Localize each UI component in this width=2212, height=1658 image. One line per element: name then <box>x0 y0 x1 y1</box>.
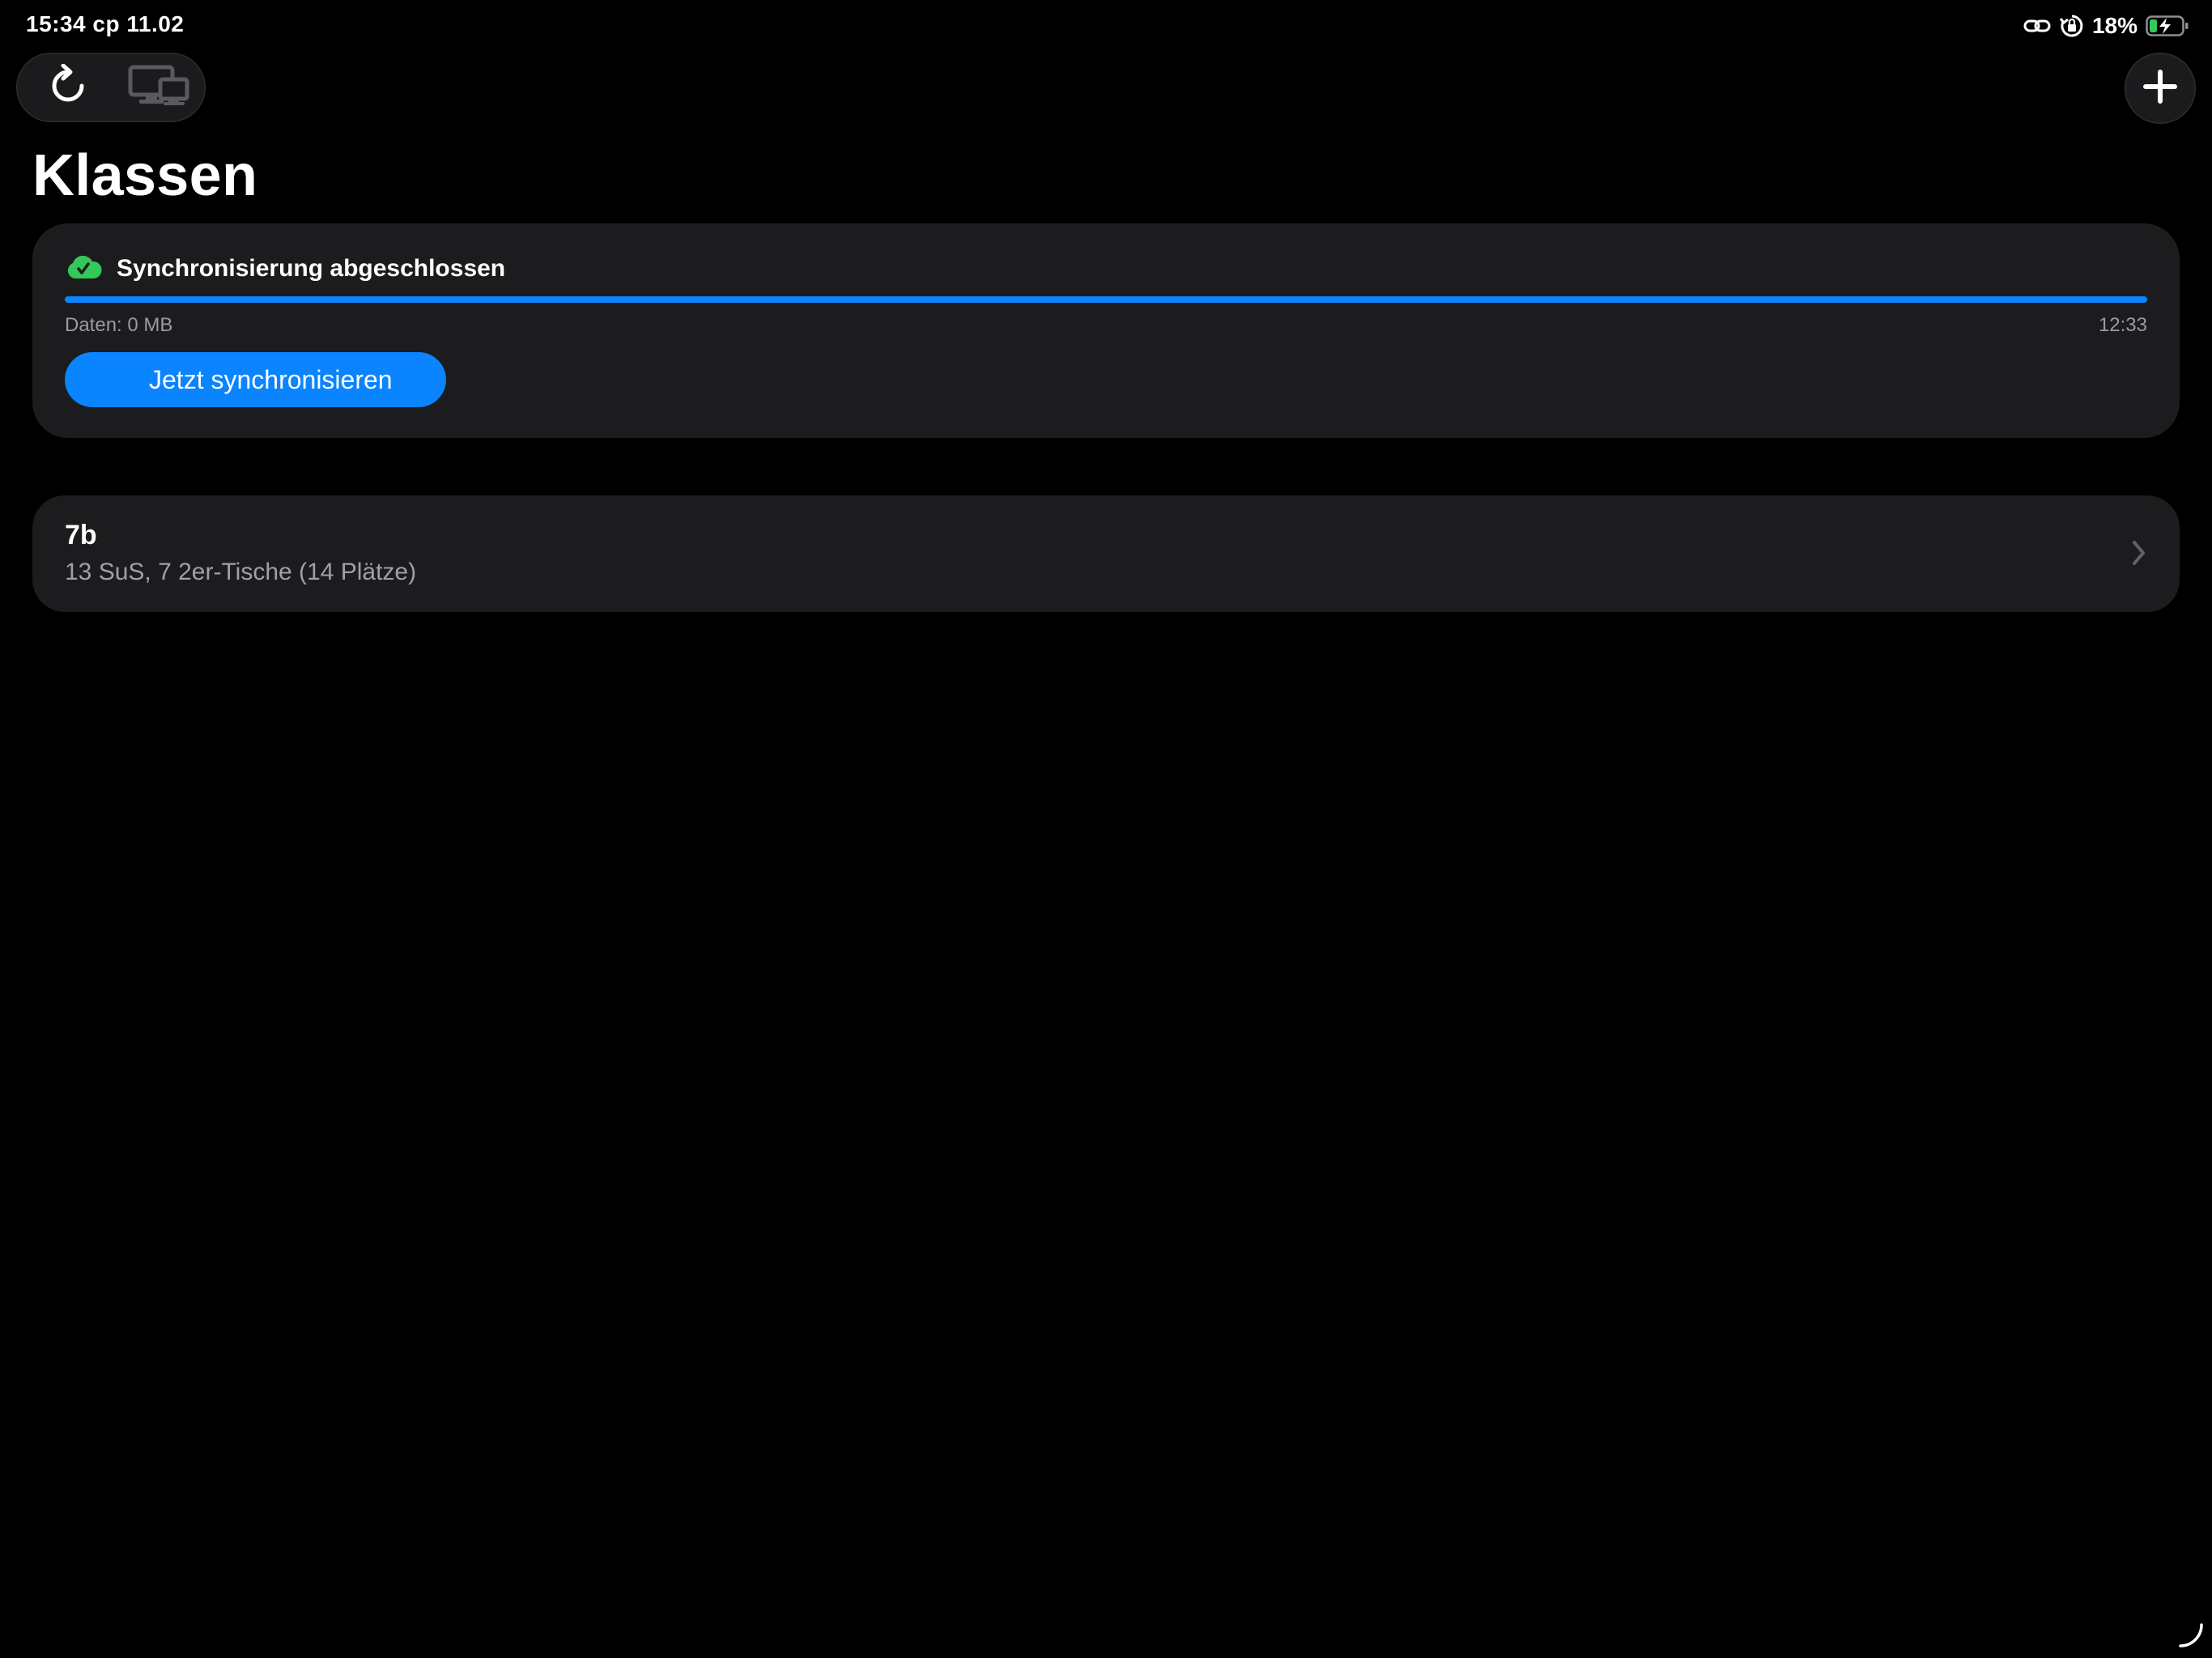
page-title: Klassen <box>32 143 258 208</box>
sync-now-button-label: Jetzt synchronisieren <box>149 364 393 394</box>
status-time-date: 15:34 cp 11.02 <box>26 11 185 36</box>
add-class-button[interactable] <box>2125 53 2196 124</box>
sync-last-time: 12:33 <box>2098 314 2147 336</box>
link-icon <box>2023 15 2052 37</box>
sync-status-title: Synchronisierung abgeschlossen <box>117 255 506 282</box>
sync-progress-bar <box>65 296 2147 303</box>
refresh-button[interactable] <box>32 53 104 122</box>
toolbar-pill <box>16 53 206 122</box>
devices-icon <box>128 65 189 111</box>
refresh-icon <box>49 63 87 112</box>
sync-header: Synchronisierung abgeschlossen <box>65 253 505 285</box>
orientation-lock-icon <box>2059 14 2084 38</box>
app-screen: 15:34 cp 11.02 18% Klassen Synchronisier… <box>0 0 2212 1658</box>
battery-charging-icon <box>2146 15 2189 37</box>
resize-corner-icon <box>2178 1622 2204 1652</box>
plus-icon <box>2143 69 2177 108</box>
status-right-group: 18% <box>2023 11 2189 40</box>
devices-button[interactable] <box>118 53 199 122</box>
chevron-right-icon <box>2131 539 2147 571</box>
class-list-item[interactable]: 7b 13 SuS, 7 2er-Tische (14 Plätze) <box>32 495 2180 612</box>
cloud-check-icon <box>65 254 102 284</box>
sync-progress-fill <box>65 296 2147 303</box>
class-detail: 13 SuS, 7 2er-Tische (14 Plätze) <box>65 559 417 585</box>
sync-status-card: Synchronisierung abgeschlossen Daten: 0 … <box>32 223 2180 438</box>
class-name: 7b <box>65 520 97 551</box>
sync-now-button[interactable]: Jetzt synchronisieren <box>65 352 446 407</box>
sync-data-size: Daten: 0 MB <box>65 314 173 336</box>
battery-percent: 18% <box>2091 13 2138 38</box>
